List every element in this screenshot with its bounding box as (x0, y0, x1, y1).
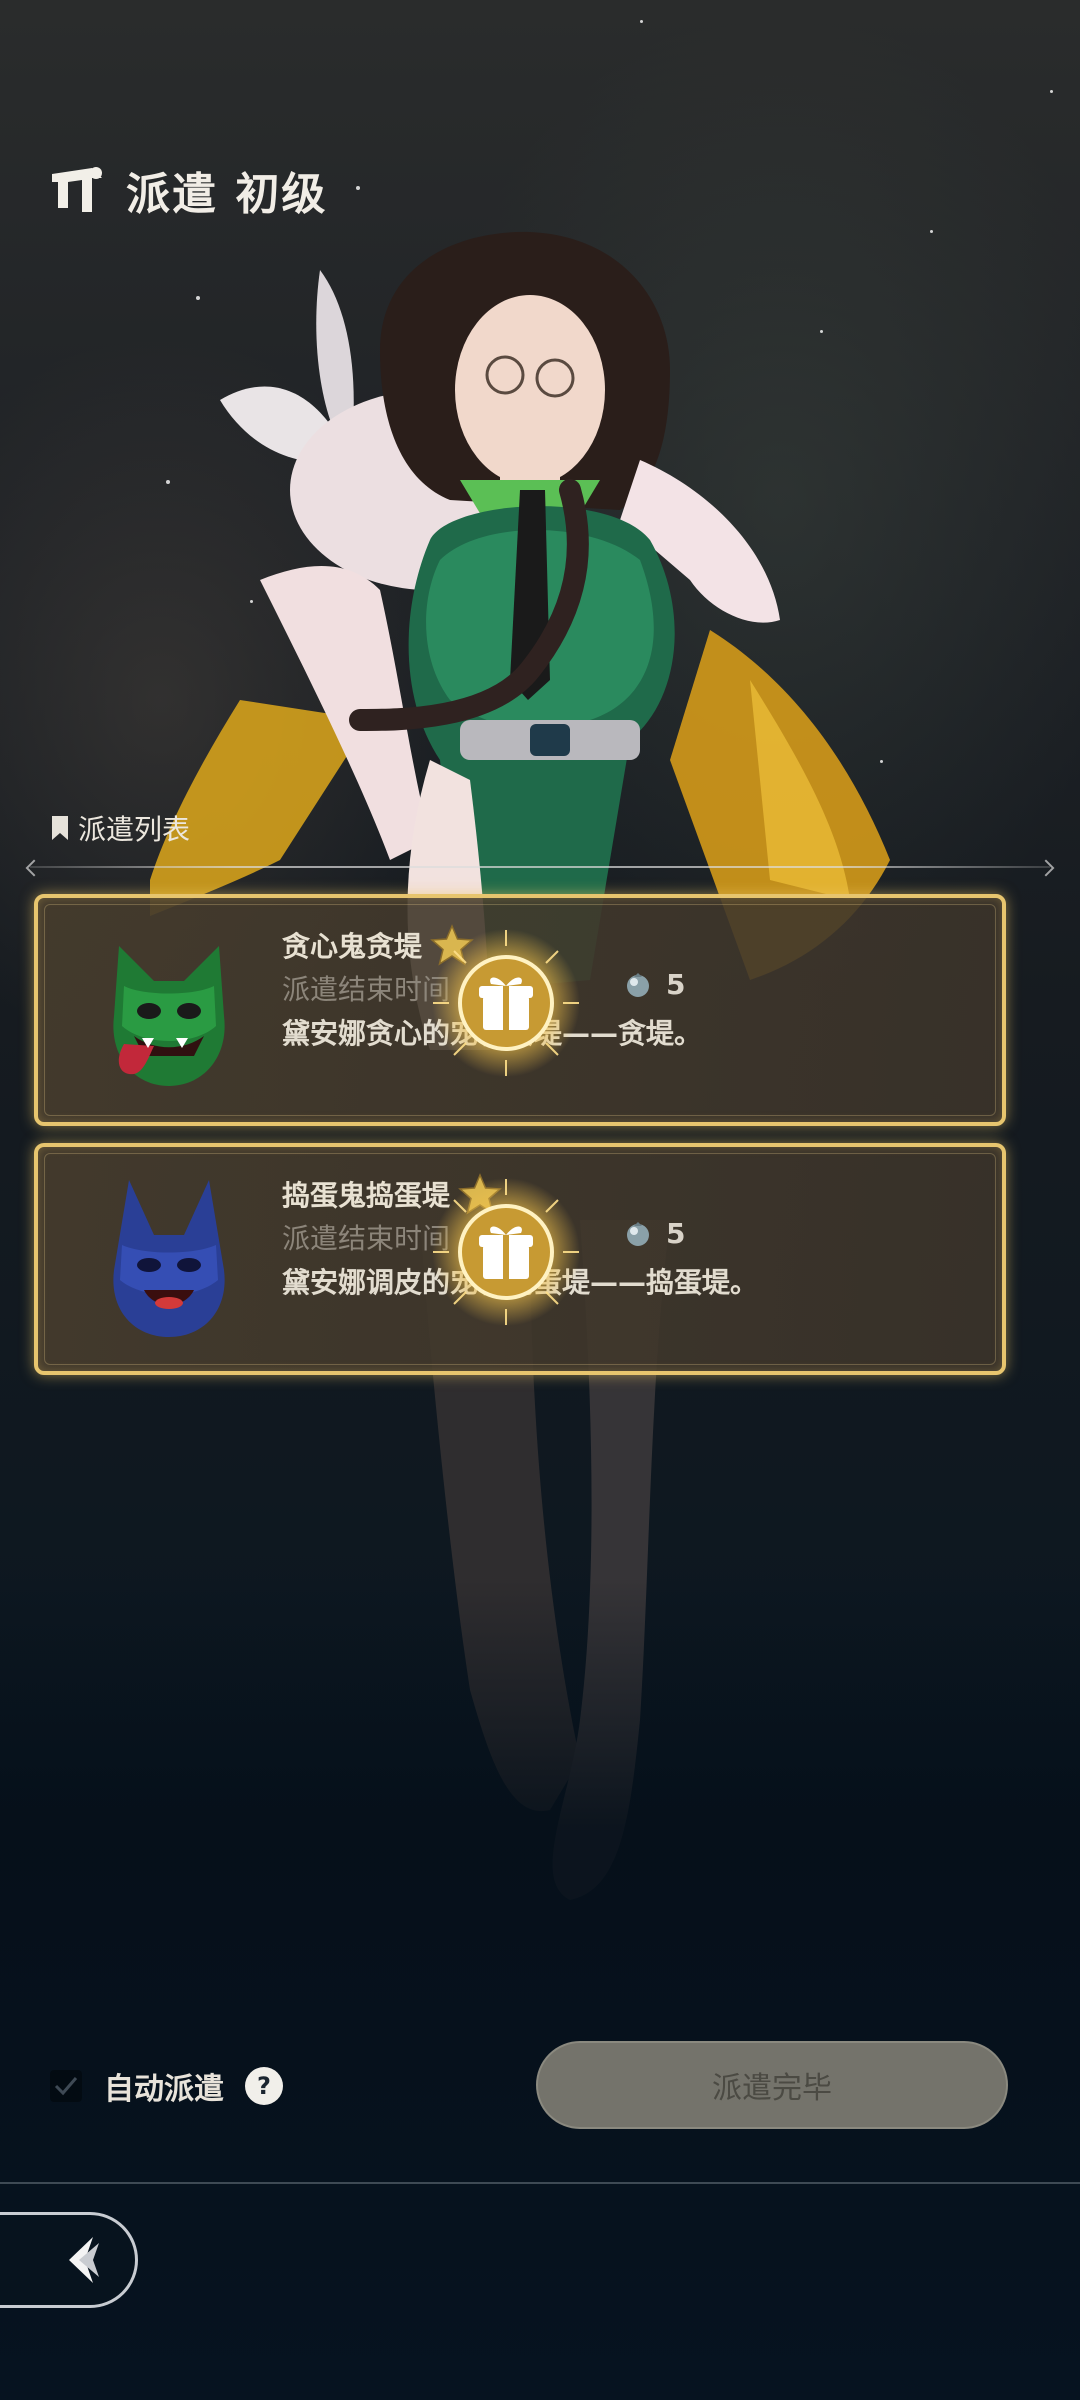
bottom-shade (0, 1580, 1080, 2400)
page-header: 派遣 初级 (48, 158, 327, 222)
svg-text:?: ? (257, 2072, 271, 2100)
checkbox-icon[interactable] (48, 2068, 84, 2104)
mission-cost-value: 5 (666, 968, 686, 1001)
dispatch-list-title: 派遣列表 (78, 813, 191, 846)
dispatch-banner-icon (52, 167, 102, 212)
page-title: 派遣 初级 (126, 169, 328, 220)
mission-name-text: 贪心鬼贪堤 (282, 930, 423, 963)
mission-cost-value: 5 (666, 1217, 686, 1250)
mission-end-time: 派遣结束时间 (282, 1222, 451, 1255)
mission-end-time: 派遣结束时间 (282, 973, 451, 1006)
auto-dispatch-toggle[interactable]: 自动派遣 ? (48, 2060, 284, 2112)
blue-monster-portrait (113, 1180, 225, 1337)
mission-card-2[interactable]: 捣蛋鬼捣蛋堤 派遣结束时间 5 黛安娜调皮的宠物捣蛋堤——捣蛋堤。 (34, 1143, 1006, 1375)
orb-icon (627, 972, 649, 997)
gift-reward-icon[interactable] (431, 1177, 581, 1327)
bottom-divider (0, 2182, 1080, 2184)
list-divider (30, 866, 1050, 868)
bookmark-icon (52, 816, 68, 840)
mission-card-1[interactable]: 贪心鬼贪堤 派遣结束时间 5 黛安娜贪心的宠物贪堤——贪堤。 (34, 894, 1006, 1126)
mission-cost: 5 (624, 968, 685, 1001)
green-monster-portrait (113, 946, 225, 1086)
dispatch-finished-button[interactable]: 派遣完毕 (536, 2041, 1008, 2129)
gift-reward-icon[interactable] (431, 928, 581, 1078)
dispatch-list-label: 派遣列表 (52, 808, 190, 848)
mission-cost: 5 (624, 1217, 685, 1250)
orb-icon (627, 1221, 649, 1246)
help-icon[interactable]: ? (244, 2066, 284, 2106)
mission-name-text: 捣蛋鬼捣蛋堤 (282, 1179, 451, 1212)
auto-dispatch-label: 自动派遣 (104, 2072, 224, 2107)
back-arrow-icon (69, 2237, 99, 2283)
back-button[interactable] (0, 2212, 138, 2308)
